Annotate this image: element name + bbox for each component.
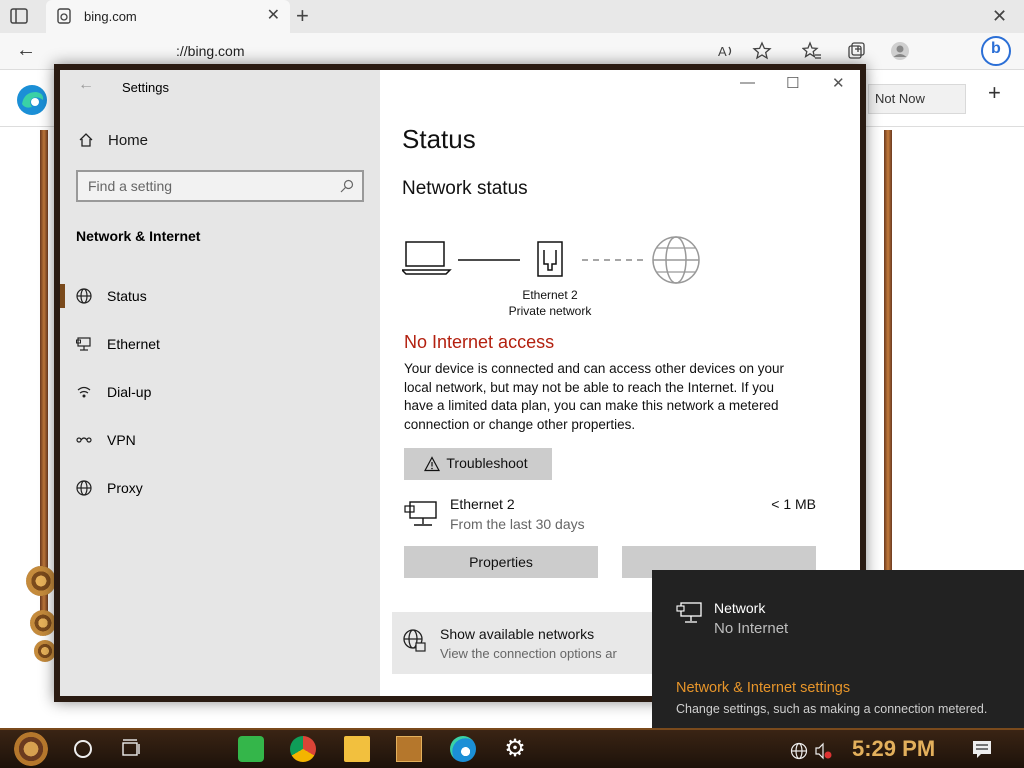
taskbar-apps: ⚙ xyxy=(160,734,760,764)
network-topology-icon xyxy=(402,236,700,284)
network-monitor-icon xyxy=(676,602,702,623)
cortana-search-icon[interactable] xyxy=(74,740,92,758)
troubleshoot-label: Troubleshoot xyxy=(446,455,528,471)
settings-back-icon[interactable]: ← xyxy=(78,76,94,94)
chrome-icon[interactable] xyxy=(290,736,316,762)
nav-item-status[interactable]: Status xyxy=(60,276,380,316)
flyout-network-name[interactable]: Network xyxy=(714,600,765,616)
tab-title: bing.com xyxy=(84,9,137,24)
globe-icon xyxy=(76,288,92,304)
not-now-button[interactable]: Not Now xyxy=(868,84,966,114)
app-thumbnail-icon[interactable] xyxy=(396,736,422,762)
add-favorite-icon[interactable] xyxy=(752,41,772,61)
page-favicon-icon xyxy=(57,8,71,24)
nav-label: Ethernet xyxy=(107,336,160,352)
decor-pipe-left xyxy=(40,130,48,630)
edge-logo-icon xyxy=(17,85,47,115)
settings-title: Settings xyxy=(122,80,169,95)
nav-item-dialup[interactable]: Dial-up xyxy=(60,372,380,412)
system-tray: 5:29 PM xyxy=(766,734,1024,766)
nav-label: VPN xyxy=(107,432,136,448)
svg-text:A: A xyxy=(718,44,727,59)
adapter-profile: Private network xyxy=(508,304,592,318)
settings-sidebar: ← Settings Home Find a setting Network &… xyxy=(60,70,380,696)
notification-center-icon[interactable] xyxy=(972,740,992,758)
decor-gear-icon xyxy=(30,610,56,636)
ethernet-row-usage: < 1 MB xyxy=(771,496,816,512)
home-label: Home xyxy=(108,132,149,149)
decor-pipe-right xyxy=(884,130,892,630)
no-internet-heading: No Internet access xyxy=(404,332,555,352)
dialup-icon xyxy=(77,386,91,398)
warning-icon xyxy=(424,456,440,472)
browser-tabstrip: bing.com ✕ + ✕ xyxy=(0,0,1024,33)
browser-tab[interactable]: bing.com ✕ xyxy=(46,0,290,33)
clock[interactable]: 5:29 PM xyxy=(852,736,935,762)
address-bar[interactable]: ://bing.com xyxy=(56,37,976,66)
nav-item-proxy[interactable]: Proxy xyxy=(60,468,380,508)
ethernet-icon xyxy=(404,501,437,526)
properties-button[interactable]: Properties xyxy=(404,546,598,578)
network-settings-description: Change settings, such as making a connec… xyxy=(676,702,988,716)
nav-item-ethernet[interactable]: Ethernet xyxy=(60,324,380,364)
settings-gear-icon[interactable]: ⚙ xyxy=(502,736,528,762)
globe-network-icon xyxy=(403,629,426,652)
volume-muted-icon[interactable] xyxy=(814,742,832,760)
decor-gear-icon xyxy=(34,640,56,662)
start-button[interactable] xyxy=(14,732,48,766)
bing-chat-button[interactable]: b xyxy=(981,36,1011,66)
show-networks-title: Show available networks xyxy=(440,626,595,642)
new-tab-icon[interactable]: + xyxy=(296,5,309,27)
taskbar: ⚙ 5:29 PM xyxy=(0,728,1024,768)
adapter-name: Ethernet 2 xyxy=(522,288,578,302)
profile-avatar-icon[interactable] xyxy=(890,41,910,61)
file-explorer-icon[interactable] xyxy=(344,736,370,762)
nav-label: Proxy xyxy=(107,480,143,496)
task-view-icon[interactable] xyxy=(120,738,142,760)
read-aloud-icon[interactable]: A xyxy=(716,41,736,61)
home-nav-item[interactable]: Home xyxy=(78,128,358,152)
browser-close-icon[interactable]: ✕ xyxy=(992,6,1007,27)
favorites-icon[interactable] xyxy=(802,41,822,61)
show-networks-subtitle: View the connection options ar xyxy=(440,646,617,661)
troubleshoot-button[interactable]: Troubleshoot xyxy=(404,448,552,480)
address-text: ://bing.com xyxy=(176,43,245,59)
network-diagram: Ethernet 2 Private network xyxy=(402,230,702,340)
vpn-icon xyxy=(76,437,92,443)
section-heading: Network & Internet xyxy=(76,228,201,244)
network-settings-link[interactable]: Network & Internet settings xyxy=(676,680,850,696)
network-flyout: Network No Internet Network & Internet s… xyxy=(652,570,1024,728)
tab-actions-icon[interactable] xyxy=(8,6,30,26)
find-setting-input[interactable]: Find a setting xyxy=(76,170,364,202)
network-status-heading: Network status xyxy=(402,178,528,199)
home-icon xyxy=(79,133,93,147)
ethernet-row-period: From the last 30 days xyxy=(450,516,585,532)
ethernet-usage-row: Ethernet 2 From the last 30 days < 1 MB xyxy=(404,496,824,536)
notes-app-icon[interactable] xyxy=(238,736,264,762)
collections-icon[interactable] xyxy=(846,41,866,61)
bing-logo-icon: b xyxy=(991,40,1001,57)
nav-label: Status xyxy=(107,288,147,304)
search-icon xyxy=(340,179,354,193)
tab-close-icon[interactable]: ✕ xyxy=(267,8,280,24)
decor-gear-icon xyxy=(26,566,56,596)
ethernet-icon xyxy=(76,337,91,351)
globe-icon xyxy=(76,480,92,496)
add-sidebar-icon[interactable]: + xyxy=(988,80,1001,106)
ethernet-row-name: Ethernet 2 xyxy=(450,496,515,512)
search-placeholder: Find a setting xyxy=(88,178,173,194)
status-description: Your device is connected and can access … xyxy=(404,361,784,432)
flyout-network-status: No Internet xyxy=(714,620,789,637)
nav-label: Dial-up xyxy=(107,384,152,400)
network-globe-icon[interactable] xyxy=(790,742,808,760)
page-title: Status xyxy=(402,124,476,154)
edge-taskbar-icon[interactable] xyxy=(450,736,476,762)
back-arrow-icon[interactable]: ← xyxy=(16,39,36,62)
show-available-networks[interactable]: Show available networks View the connect… xyxy=(392,612,692,674)
nav-item-vpn[interactable]: VPN xyxy=(60,420,380,460)
